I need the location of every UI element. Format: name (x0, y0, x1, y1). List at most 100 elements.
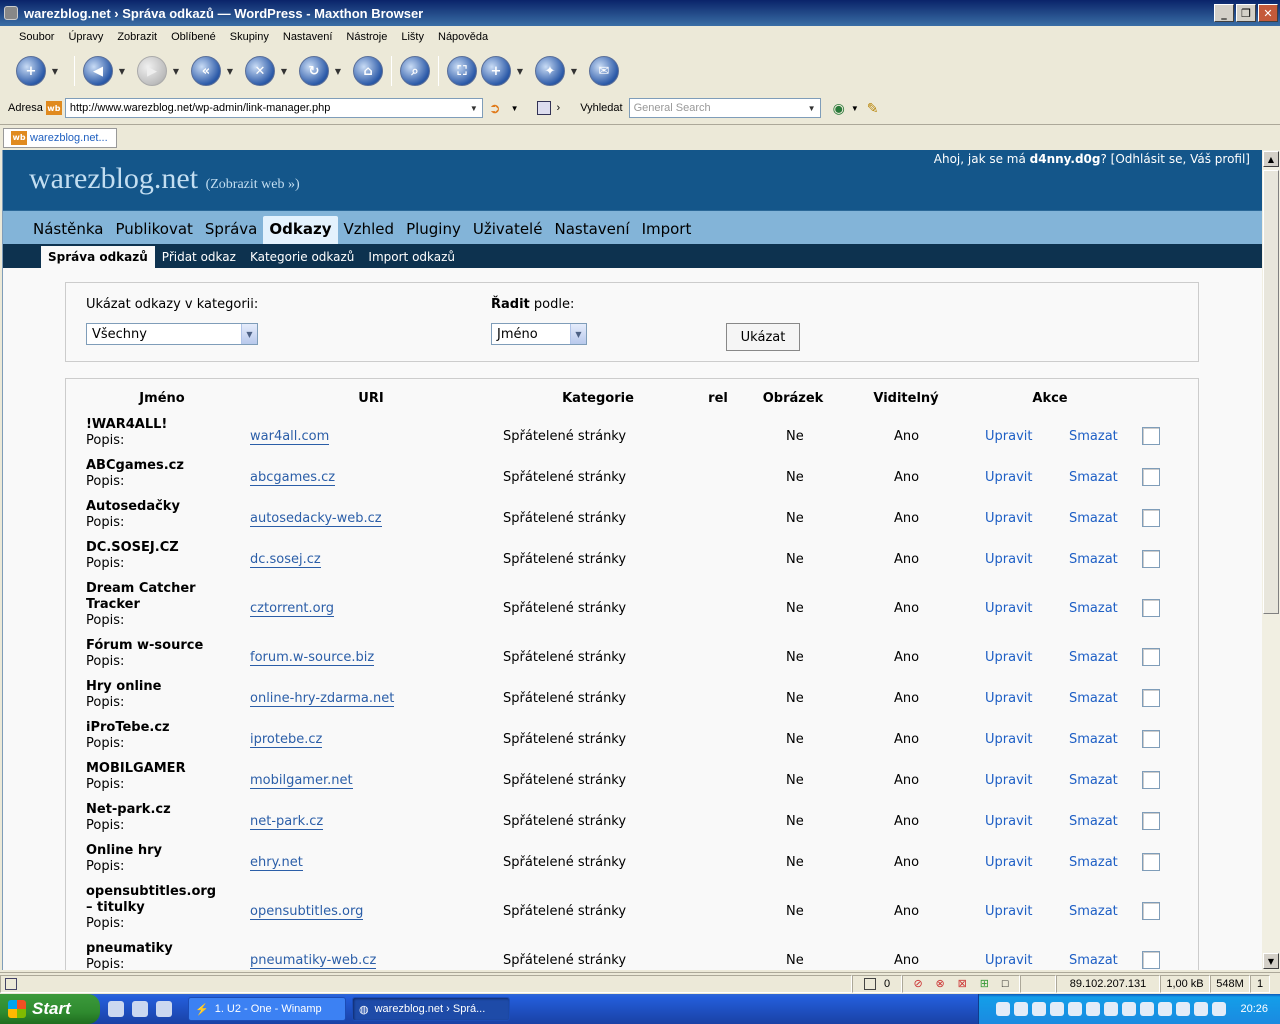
menu-item-zobrazit[interactable]: Zobrazit (110, 28, 164, 48)
delete-link[interactable]: Smazat (1069, 511, 1118, 526)
sub-menu-sprava-odkazu[interactable]: Správa odkazů (41, 246, 155, 268)
restore-button[interactable]: ❐ (1236, 4, 1256, 22)
address-input[interactable]: http://www.warezblog.net/wp-admin/link-m… (64, 98, 483, 118)
link-uri[interactable]: war4all.com (250, 429, 330, 445)
search-placeholder[interactable]: General Search (630, 102, 804, 114)
search-icon[interactable]: ⌕ (400, 56, 430, 86)
link-uri[interactable]: dc.sosej.cz (250, 552, 321, 568)
scroll-down-icon[interactable]: ▼ (1263, 953, 1279, 969)
chevron-down-icon[interactable]: ▼ (466, 99, 482, 117)
row-checkbox[interactable] (1142, 902, 1160, 920)
link-uri[interactable]: mobilgamer.net (250, 773, 353, 789)
link-uri[interactable]: cztorrent.org (250, 601, 334, 617)
delete-link[interactable]: Smazat (1069, 855, 1118, 870)
delete-link[interactable]: Smazat (1069, 814, 1118, 829)
close-tab-icon[interactable]: « (191, 56, 221, 86)
tray-app-icon[interactable] (1086, 1002, 1101, 1016)
order-select-value[interactable]: Jméno (492, 327, 570, 342)
row-checkbox[interactable] (1142, 550, 1160, 568)
header-category[interactable]: Kategorie (562, 391, 634, 406)
header-visible[interactable]: Viditelný (873, 391, 938, 406)
tray-app-icon[interactable] (1068, 1002, 1083, 1016)
edit-link[interactable]: Upravit (985, 429, 1032, 444)
chevron-down-icon[interactable]: ▼ (513, 67, 527, 76)
admin-menu-nastenka[interactable]: Nástěnka (27, 216, 109, 244)
popup-counter[interactable]: 0 (852, 974, 902, 993)
clock[interactable]: 20:26 (1240, 1003, 1268, 1015)
sub-menu-pridat-odkaz[interactable]: Přidat odkaz (155, 246, 243, 268)
tray-app-icon[interactable] (996, 1002, 1011, 1016)
chevron-down-icon[interactable]: ▼ (511, 104, 519, 113)
header-uri[interactable]: URI (358, 391, 383, 406)
link-uri[interactable]: online-hry-zdarma.net (250, 691, 395, 707)
image-icon[interactable]: ⊞ (980, 977, 989, 990)
page-icon[interactable] (536, 101, 551, 115)
tray-app-icon[interactable] (1014, 1002, 1029, 1016)
delete-link[interactable]: Smazat (1069, 773, 1118, 788)
address-url[interactable]: http://www.warezblog.net/wp-admin/link-m… (66, 102, 466, 114)
header-image[interactable]: Obrázek (763, 391, 824, 406)
edit-link[interactable]: Upravit (985, 773, 1032, 788)
edit-link[interactable]: Upravit (985, 855, 1032, 870)
forward-icon[interactable]: ▶ (137, 56, 167, 86)
chevron-down-icon[interactable]: ▼ (331, 67, 345, 76)
link-uri[interactable]: iprotebe.cz (250, 732, 323, 748)
link-uri[interactable]: forum.w-source.biz (250, 650, 375, 666)
edit-link[interactable]: Upravit (985, 904, 1032, 919)
quicklaunch-desktop-icon[interactable] (108, 1001, 124, 1017)
menu-item-soubor[interactable]: Soubor (12, 28, 61, 48)
tray-app-icon[interactable] (1104, 1002, 1119, 1016)
activex-icon[interactable]: ⊠ (958, 977, 967, 990)
admin-menu-odkazy[interactable]: Odkazy (263, 216, 338, 244)
window-icon[interactable]: □ (1002, 978, 1009, 990)
close-button[interactable]: ✕ (1258, 4, 1278, 22)
sub-menu-import-odkazu[interactable]: Import odkazů (361, 246, 462, 268)
edit-link[interactable]: Upravit (985, 470, 1032, 485)
row-checkbox[interactable] (1142, 509, 1160, 527)
username[interactable]: d4nny.d0g (1030, 152, 1101, 166)
stop-icon[interactable]: ✕ (245, 56, 275, 86)
admin-menu-vzhled[interactable]: Vzhled (338, 216, 401, 244)
scroll-up-icon[interactable]: ▲ (1263, 151, 1279, 167)
delete-link[interactable]: Smazat (1069, 470, 1118, 485)
delete-link[interactable]: Smazat (1069, 429, 1118, 444)
user-links[interactable]: ? [Odhlásit se, Váš profil] (1101, 152, 1251, 166)
admin-menu-pluginy[interactable]: Pluginy (400, 216, 467, 244)
menu-item-upravy[interactable]: Úpravy (61, 28, 110, 48)
row-checkbox[interactable] (1142, 468, 1160, 486)
edit-link[interactable]: Upravit (985, 732, 1032, 747)
sub-menu-kategorie-odkazu[interactable]: Kategorie odkazů (243, 246, 361, 268)
chevron-down-icon[interactable]: ▼ (804, 99, 820, 117)
scroll-thumb[interactable] (1263, 170, 1279, 614)
chevron-down-icon[interactable]: ▼ (851, 104, 859, 113)
fullscreen-icon[interactable]: ⛶ (447, 56, 477, 86)
delete-link[interactable]: Smazat (1069, 904, 1118, 919)
task-winamp[interactable]: ⚡ 1. U2 - One - Winamp (188, 997, 346, 1021)
link-uri[interactable]: abcgames.cz (250, 470, 336, 486)
delete-link[interactable]: Smazat (1069, 552, 1118, 567)
link-uri[interactable]: autosedacky-web.cz (250, 511, 382, 527)
admin-menu-nastaveni[interactable]: Nastavení (548, 216, 635, 244)
chevron-right-icon[interactable]: › (557, 102, 561, 114)
tray-app-icon[interactable] (1122, 1002, 1137, 1016)
row-checkbox[interactable] (1142, 689, 1160, 707)
chevron-down-icon[interactable]: ▼ (570, 324, 586, 344)
quicklaunch-maxthon-icon[interactable] (156, 1001, 172, 1017)
link-uri[interactable]: net-park.cz (250, 814, 324, 830)
link-uri[interactable]: ehry.net (250, 855, 303, 871)
delete-link[interactable]: Smazat (1069, 601, 1118, 616)
view-site-link[interactable]: (Zobrazit web ») (206, 177, 300, 192)
minimize-button[interactable]: _ (1214, 4, 1234, 22)
row-checkbox[interactable] (1142, 730, 1160, 748)
menu-item-nastroje[interactable]: Nástroje (339, 28, 394, 48)
back-icon[interactable]: ◀ (83, 56, 113, 86)
chevron-down-icon[interactable]: ▼ (169, 67, 183, 76)
tray-app-icon[interactable] (1194, 1002, 1209, 1016)
menu-item-skupiny[interactable]: Skupiny (223, 28, 276, 48)
admin-menu-sprava[interactable]: Správa (199, 216, 263, 244)
edit-link[interactable]: Upravit (985, 691, 1032, 706)
tray-app-icon[interactable] (1032, 1002, 1047, 1016)
menu-item-oblibene[interactable]: Oblíbené (164, 28, 223, 48)
edit-link[interactable]: Upravit (985, 650, 1032, 665)
chevron-down-icon[interactable]: ▼ (241, 324, 257, 344)
